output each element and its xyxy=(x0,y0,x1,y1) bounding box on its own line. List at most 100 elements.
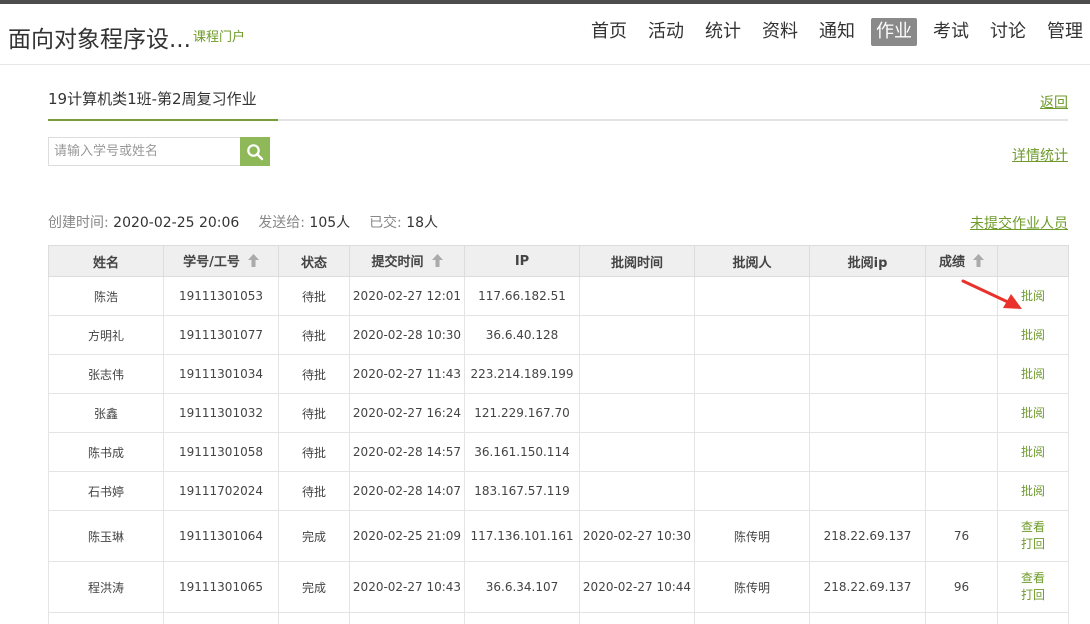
action-link[interactable]: 打回 xyxy=(998,536,1068,553)
sort-arrow-icon[interactable] xyxy=(431,254,443,271)
cell-ip: 117.66.182.51 xyxy=(464,276,580,316)
cell-review-time xyxy=(579,612,695,624)
back-link[interactable]: 返回 xyxy=(1040,92,1068,112)
column-header-label: 姓名 xyxy=(92,255,119,271)
cell-review-ip xyxy=(809,612,926,624)
nav-item-1[interactable]: 活动 xyxy=(643,18,689,46)
cell-name: 陈书成 xyxy=(48,432,164,472)
cell-id xyxy=(163,612,279,624)
cell-review-ip xyxy=(809,276,926,316)
course-portal-link[interactable]: 课程门户 xyxy=(193,26,245,45)
column-header-1[interactable]: 学号/工号 xyxy=(163,245,279,277)
cell-ip: 117.136.101.161 xyxy=(464,510,580,562)
action-link[interactable]: 批阅 xyxy=(998,444,1068,461)
submitted-value: 18人 xyxy=(406,215,439,231)
cell-actions: 查看 打回 xyxy=(997,561,1069,613)
column-header-4: IP xyxy=(464,245,580,277)
column-header-7: 批阅ip xyxy=(809,245,926,277)
cell-score xyxy=(925,276,998,316)
cell-actions: 批阅 xyxy=(997,276,1069,316)
cell-score xyxy=(925,315,998,355)
cell-name: 陈玉琳 xyxy=(48,510,164,562)
action-link[interactable]: 批阅 xyxy=(998,405,1068,422)
cell-actions: 批阅 xyxy=(997,393,1069,433)
cell-name: 陈浩 xyxy=(48,276,164,316)
cell-status: 待批 xyxy=(278,315,350,355)
nav-item-6[interactable]: 考试 xyxy=(928,18,974,46)
search-button[interactable] xyxy=(240,137,270,166)
cell-ip: 121.229.167.70 xyxy=(464,393,580,433)
unsubmitted-list-link[interactable]: 未提交作业人员 xyxy=(970,213,1068,233)
header: 面向对象程序设... 课程门户 首页 活动 统计 资料 通知 作业 考试 讨论 管理 xyxy=(0,4,1090,65)
sort-arrow-icon[interactable] xyxy=(973,254,984,271)
column-header-label: 学号/工号 xyxy=(183,255,240,270)
column-header-label: 批阅时间 xyxy=(610,255,663,271)
nav-item-8[interactable]: 管理 xyxy=(1042,18,1088,46)
column-header-5: 批阅时间 xyxy=(579,245,695,277)
column-header-label: 成绩 xyxy=(938,255,965,270)
nav-item-2[interactable]: 统计 xyxy=(700,18,746,46)
table-row: 陈玉琳 19111301064 完成 2020-02-25 21:09 117.136.… xyxy=(48,510,1069,562)
table-row: 程洪涛 19111301065 完成 2020-02-27 10:43 36.6.34.… xyxy=(48,561,1069,613)
nav-item-4[interactable]: 通知 xyxy=(814,18,860,46)
cell-actions: 批阅 xyxy=(997,471,1069,511)
column-header-3[interactable]: 提交时间 xyxy=(349,245,465,277)
cell-review-time xyxy=(579,315,695,355)
cell-review-ip: 218.22.69.137 xyxy=(809,561,926,613)
cell-score xyxy=(925,612,998,624)
cell-review-ip xyxy=(809,471,926,511)
table-body: 陈浩 19111301053 待批 2020-02-27 12:01 117.66.18… xyxy=(48,276,1069,624)
column-header-8[interactable]: 成绩 xyxy=(925,245,998,277)
cell-id: 19111301058 xyxy=(163,432,279,472)
action-link[interactable]: 查看 xyxy=(998,570,1068,587)
column-header-label: 状态 xyxy=(300,255,327,271)
course-title[interactable]: 面向对象程序设... xyxy=(8,20,191,54)
cell-score xyxy=(925,393,998,433)
cell-reviewer: 陈传明 xyxy=(694,510,810,562)
action-link[interactable]: 打回 xyxy=(998,587,1068,604)
nav-item-5[interactable]: 作业 xyxy=(871,18,917,46)
cell-ip: 183.167.57.119 xyxy=(464,471,580,511)
sort-arrow-icon[interactable] xyxy=(247,254,259,271)
cell-review-time: 2020-02-27 10:30 xyxy=(579,510,695,562)
cell-reviewer xyxy=(694,276,810,316)
created-value: 2020-02-25 20:06 xyxy=(113,215,240,231)
cell-reviewer xyxy=(694,315,810,355)
action-link[interactable]: 批阅 xyxy=(998,288,1068,305)
cell-ip: 36.161.150.114 xyxy=(464,432,580,472)
assignment-title: 19计算机类1班-第2周复习作业 xyxy=(48,88,278,121)
action-link[interactable]: 批阅 xyxy=(998,327,1068,344)
cell-submit-time: 2020-02-25 21:09 xyxy=(349,510,465,562)
table-row: 石书婷 19111702024 待批 2020-02-28 14:07 183.167.… xyxy=(48,471,1069,511)
cell-reviewer: 陈传明 xyxy=(694,561,810,613)
nav-item-7[interactable]: 讨论 xyxy=(985,18,1031,46)
nav-item-0[interactable]: 首页 xyxy=(586,18,632,46)
cell-actions: 查看 xyxy=(997,612,1069,624)
action-link[interactable]: 查看 xyxy=(998,519,1068,536)
cell-submit-time: 2020-02-27 12:01 xyxy=(349,276,465,316)
action-link[interactable]: 批阅 xyxy=(998,366,1068,383)
cell-score: 76 xyxy=(925,510,998,562)
table-row: 陈书成 19111301058 待批 2020-02-28 14:57 36.161.1… xyxy=(48,432,1069,472)
title-divider xyxy=(278,119,1068,121)
cell-review-time xyxy=(579,471,695,511)
submission-table: 姓名 学号/工号 状态 提交时间 IP 批阅时间 批阅人 批阅ip 成绩 陈浩 191113010… xyxy=(48,245,1069,624)
cell-review-ip xyxy=(809,354,926,394)
cell-reviewer xyxy=(694,393,810,433)
column-header-0: 姓名 xyxy=(48,245,164,277)
cell-submit-time: 2020-02-28 10:30 xyxy=(349,315,465,355)
cell-submit-time: 2020-02-28 14:57 xyxy=(349,432,465,472)
cell-name: 张志伟 xyxy=(48,354,164,394)
cell-ip: 36.6.40.128 xyxy=(464,315,580,355)
table-row: 方明礼 19111301077 待批 2020-02-28 10:30 36.6.40.… xyxy=(48,315,1069,355)
detail-stats-link[interactable]: 详情统计 xyxy=(1012,145,1068,165)
search-input[interactable] xyxy=(48,137,240,166)
cell-review-time xyxy=(579,354,695,394)
action-link[interactable]: 批阅 xyxy=(998,483,1068,500)
nav-item-3[interactable]: 资料 xyxy=(757,18,803,46)
table-row: 陈浩 19111301053 待批 2020-02-27 12:01 117.66.18… xyxy=(48,276,1069,316)
cell-score: 96 xyxy=(925,561,998,613)
created-label: 创建时间: xyxy=(48,215,109,231)
cell-reviewer xyxy=(694,354,810,394)
cell-actions: 批阅 xyxy=(997,315,1069,355)
